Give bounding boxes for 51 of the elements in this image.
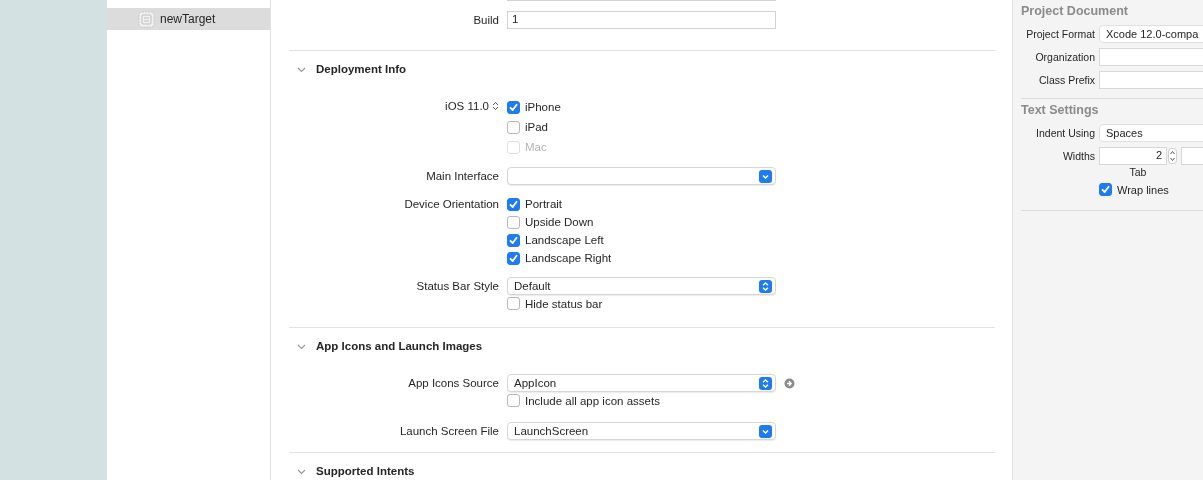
- field-label: iOS 11.0: [445, 100, 489, 112]
- text-field[interactable]: 1: [507, 11, 776, 29]
- field-label: Widths: [1062, 150, 1095, 162]
- checkbox-label: Hide status bar: [525, 297, 603, 310]
- sidebar-item-label: newTarget: [160, 12, 216, 26]
- field-caption: Tab: [1129, 166, 1147, 178]
- stepper-icon[interactable]: [1168, 148, 1177, 164]
- checkbox-label: Landscape Left: [525, 234, 604, 246]
- field-label: Organization: [1035, 51, 1095, 63]
- checkbox[interactable]: [507, 120, 520, 134]
- updown-arrows-icon[interactable]: [492, 101, 499, 111]
- checkbox[interactable]: [1099, 183, 1112, 196]
- section-title: Deployment Info: [316, 63, 407, 75]
- field-label: App Icons Source: [408, 377, 499, 389]
- checkbox[interactable]: [507, 100, 520, 114]
- checkbox-label: Portrait: [525, 198, 563, 210]
- field-label: Status Bar Style: [416, 280, 499, 292]
- checkbox-label: Landscape Right: [525, 252, 612, 264]
- popup-button[interactable]: [507, 167, 776, 185]
- arrow-circle-icon[interactable]: [784, 377, 795, 389]
- checkbox[interactable]: [507, 233, 520, 247]
- popup-button[interactable]: Spaces: [1099, 124, 1203, 142]
- sidebar-item[interactable]: newTarget: [107, 8, 270, 30]
- section-title: Project Document: [1021, 3, 1129, 20]
- popup-button[interactable]: Xcode 12.0-compa: [1099, 25, 1203, 43]
- checkbox[interactable]: [507, 251, 520, 265]
- checkbox-label: Include all app icon assets: [525, 394, 660, 407]
- section-title: App Icons and Launch Images: [316, 340, 483, 352]
- section-title: Text Settings: [1021, 102, 1100, 119]
- checkbox[interactable]: [507, 215, 520, 229]
- number-field[interactable]: 2: [1099, 147, 1167, 165]
- field-label: Build: [473, 14, 499, 26]
- field-label: Device Orientation: [404, 198, 499, 210]
- field-label: Class Prefix: [1039, 74, 1095, 86]
- checkbox-label: Wrap lines: [1117, 183, 1169, 196]
- field-label: Launch Screen File: [399, 425, 499, 437]
- popup-button[interactable]: AppIcon: [507, 374, 776, 392]
- checkbox-label: iPad: [525, 121, 549, 133]
- checkbox-label: Upside Down: [525, 216, 594, 228]
- field-label: Indent Using: [1036, 127, 1095, 139]
- field-label: Project Format: [1026, 28, 1095, 40]
- checkbox[interactable]: [507, 297, 520, 310]
- target-icon: [138, 10, 155, 28]
- checkbox[interactable]: [507, 394, 520, 407]
- field-label: Main Interface: [426, 170, 499, 182]
- checkbox[interactable]: [507, 197, 520, 211]
- popup-button[interactable]: LaunchScreen: [507, 422, 776, 440]
- checkbox-label: iPhone: [525, 101, 561, 113]
- popup-button[interactable]: Default: [507, 277, 776, 295]
- section-title: Supported Intents: [316, 465, 415, 477]
- checkbox-label: Mac: [525, 141, 547, 153]
